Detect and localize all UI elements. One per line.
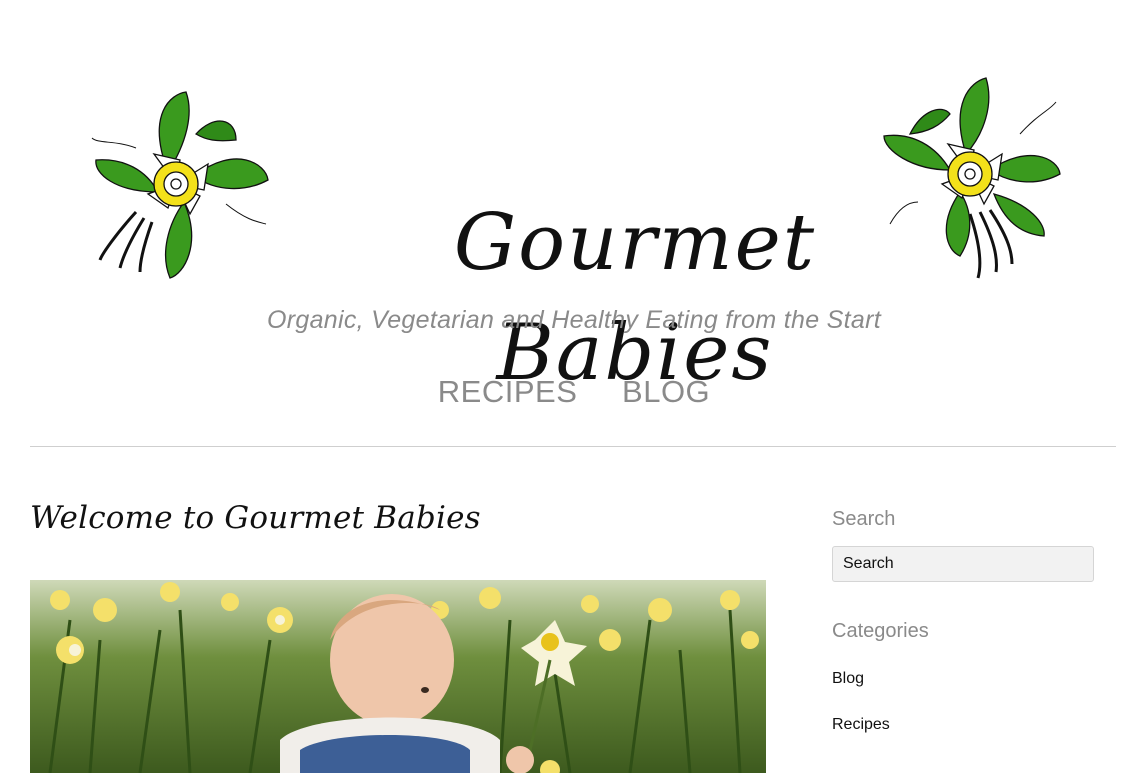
post-featured-image[interactable]: [30, 580, 766, 773]
categories-widget-title: Categories: [832, 620, 929, 642]
flower-right-icon: [883, 77, 1061, 279]
site-tagline: Organic, Vegetarian and Healthy Eating f…: [267, 306, 881, 334]
nav-item-recipes[interactable]: RECIPES: [438, 374, 578, 410]
site-header: Gourmet Babies Organic, Vegetarian and H…: [0, 0, 1148, 446]
daffodil-photo-image: [30, 580, 766, 773]
search-input[interactable]: [832, 546, 1094, 582]
site-logo[interactable]: Gourmet Babies: [60, 70, 1080, 398]
search-widget-title: Search: [832, 508, 896, 530]
header-divider: [30, 446, 1116, 447]
category-link-recipes[interactable]: Recipes: [832, 716, 890, 734]
main-nav: RECIPES BLOG: [0, 374, 1148, 410]
nav-item-blog[interactable]: BLOG: [622, 374, 710, 410]
post-title[interactable]: Welcome to Gourmet Babies: [30, 500, 481, 536]
category-link-blog[interactable]: Blog: [832, 670, 864, 688]
flower-left-icon: [91, 91, 269, 279]
